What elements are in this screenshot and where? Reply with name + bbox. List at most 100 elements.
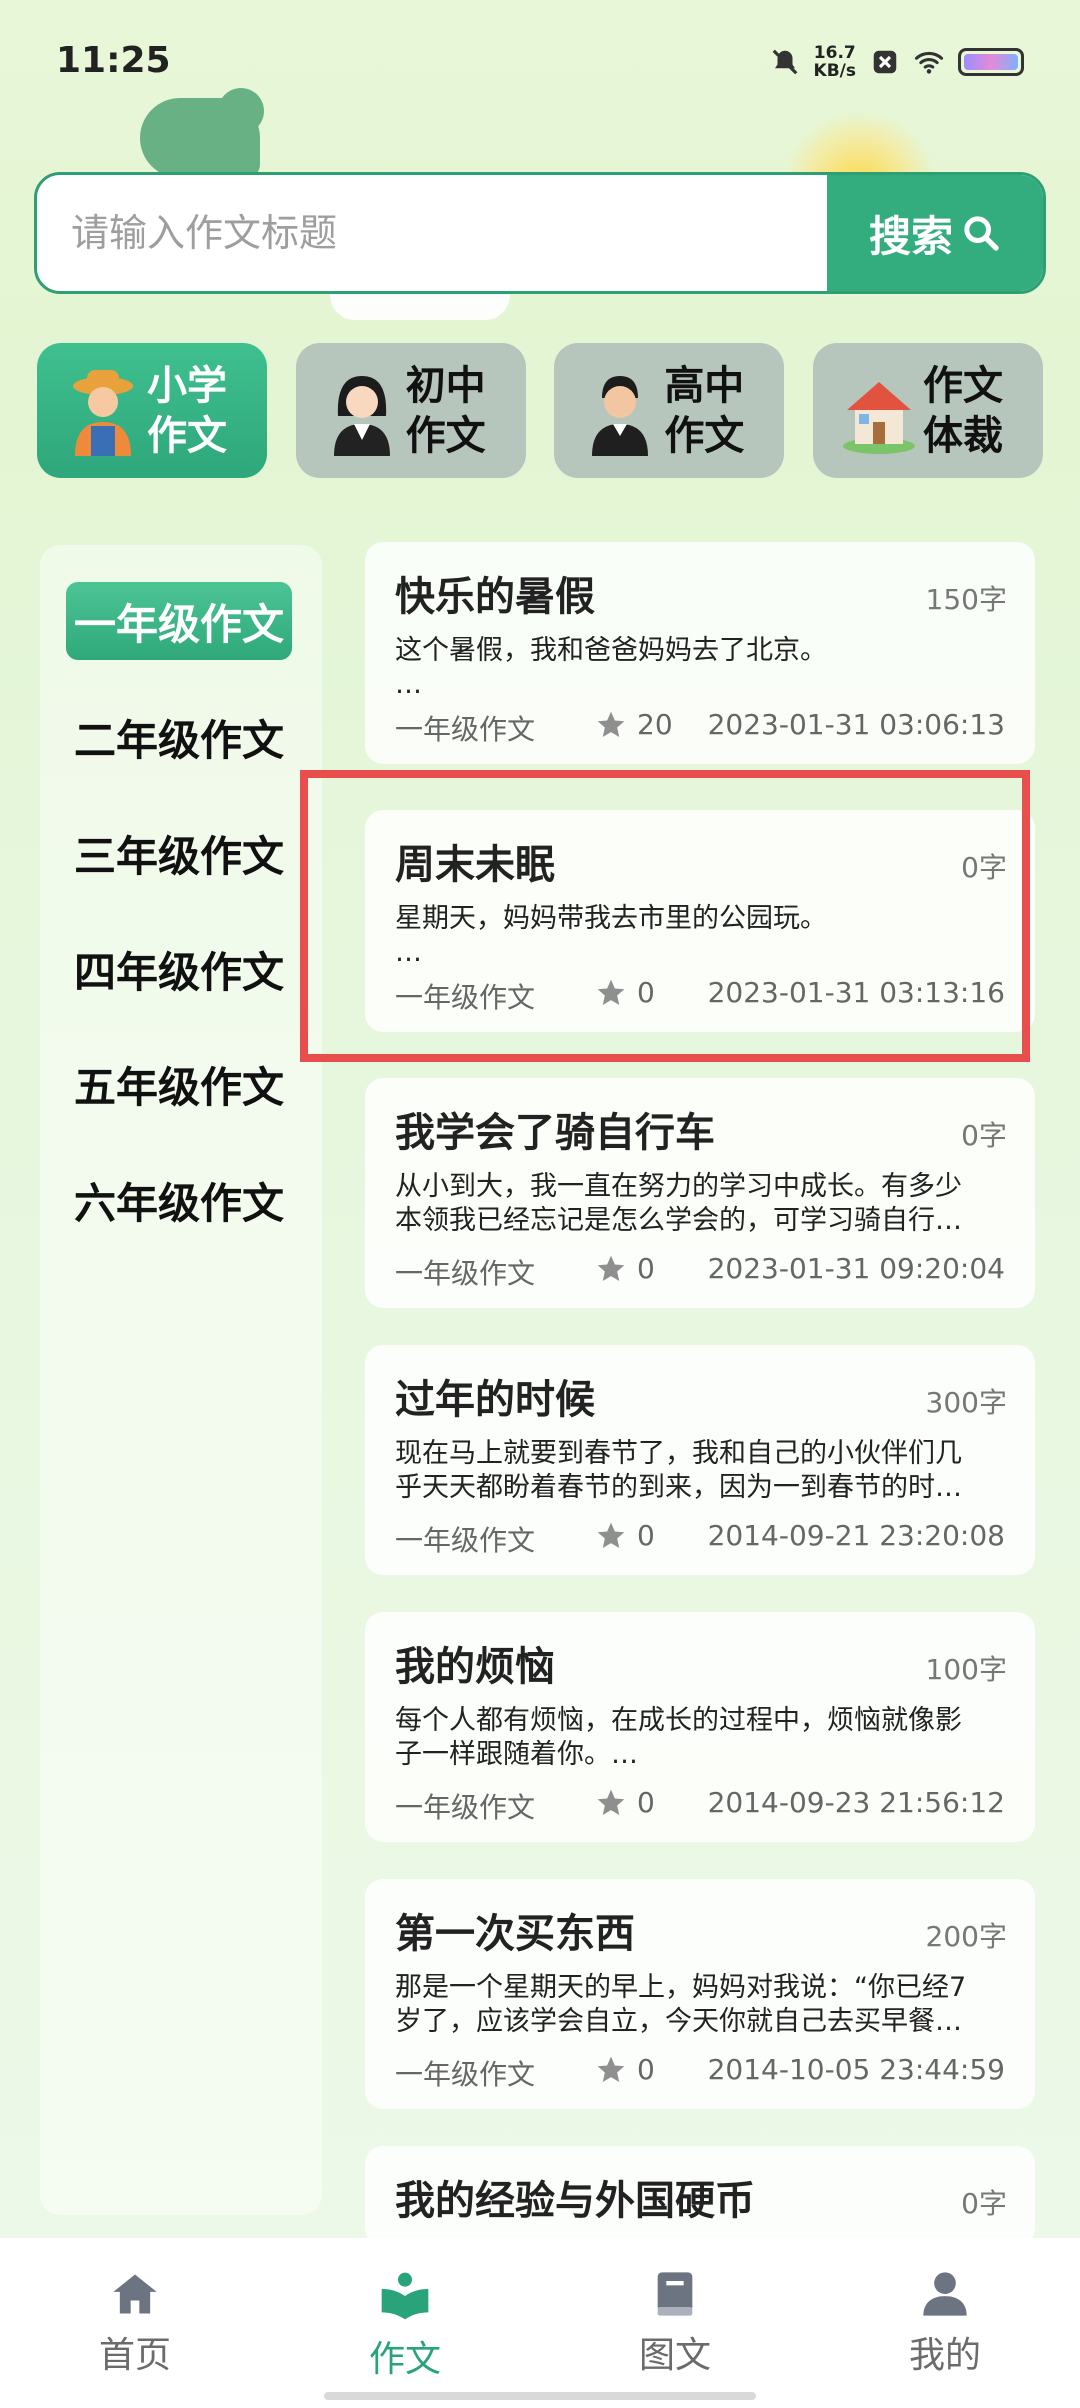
status-icons: 16.7 KB/s <box>770 44 1024 80</box>
category-line2: 作文 <box>405 412 486 459</box>
article-word-count: 100字 <box>925 1653 1007 1686</box>
article-category: 一年级作文 <box>395 713 536 746</box>
category-line1: 小学 <box>147 362 227 409</box>
grade-item-1[interactable]: 一年级作文 <box>66 582 292 660</box>
favorite-count: 0 <box>637 1519 655 1552</box>
mute-bell-icon <box>772 49 797 75</box>
article-card[interactable]: 周末未眠 0字 星期天，妈妈带我去市里的公园玩。 … 一年级作文 0 2023-… <box>365 810 1035 1032</box>
category-middle-school[interactable]: 初中 作文 <box>295 343 526 478</box>
grade-item-6[interactable]: 六年级作文 <box>66 1161 292 1239</box>
search-icon <box>964 216 999 251</box>
home-icon <box>113 2274 157 2314</box>
article-date: 2014-10-05 23:44:59 <box>707 2053 1005 2086</box>
nav-label: 图文 <box>638 2335 711 2376</box>
article-title: 过年的时候 <box>395 1377 595 1423</box>
nav-image-text[interactable]: 图文 <box>575 2238 775 2408</box>
article-card[interactable]: 我学会了骑自行车 0字 从小到大，我一直在努力的学习中成长。有多少 本领我已经忘… <box>365 1078 1035 1308</box>
article-meta: 一年级作文 0 2023-01-31 09:20:04 <box>395 1250 1005 1290</box>
excerpt-line: … <box>395 669 422 700</box>
farmer-avatar-icon <box>73 369 133 456</box>
user-icon <box>923 2272 967 2316</box>
search-button-label: 搜索 <box>868 211 953 261</box>
article-word-count: 150字 <box>925 583 1007 616</box>
article-meta: 一年级作文 0 2014-09-23 21:56:12 <box>395 1784 1005 1824</box>
status-bar: 11:25 16.7 KB/s <box>0 0 1080 120</box>
category-line1: 初中 <box>405 362 486 409</box>
article-category: 一年级作文 <box>395 2058 536 2091</box>
excerpt-line: 每个人都有烦恼，在成长的过程中，烦恼就像影 <box>395 1705 962 1736</box>
article-title: 我的烦恼 <box>395 1644 555 1690</box>
speed-unit: KB/s <box>813 61 856 81</box>
article-card[interactable]: 快乐的暑假 150字 这个暑假，我和爸爸妈妈去了北京。 … 一年级作文 20 2… <box>365 542 1035 764</box>
article-meta: 一年级作文 0 2014-09-21 23:20:08 <box>395 1517 1005 1557</box>
article-meta: 一年级作文 20 2023-01-31 03:06:13 <box>395 706 1005 746</box>
search-button[interactable]: 搜索 <box>827 175 1043 291</box>
star-icon <box>597 1789 625 1815</box>
article-date: 2023-01-31 09:20:04 <box>707 1252 1005 1285</box>
article-title: 我的经验与外国硬币 <box>395 2178 755 2224</box>
category-line2: 作文 <box>664 412 745 459</box>
article-category: 一年级作文 <box>395 1524 536 1557</box>
article-word-count: 200字 <box>925 1920 1007 1953</box>
excerpt-line: 本领我已经忘记是怎么学会的，可学习骑自行… <box>395 1205 962 1236</box>
article-card[interactable]: 我的烦恼 100字 每个人都有烦恼，在成长的过程中，烦恼就像影 子一样跟随着你。… <box>365 1612 1035 1842</box>
favorite-count: 0 <box>637 976 655 1009</box>
excerpt-line: 从小到大，我一直在努力的学习中成长。有多少 <box>395 1171 962 1202</box>
nav-label: 作文 <box>368 2339 441 2380</box>
boy-avatar-icon <box>592 375 649 456</box>
category-high-school[interactable]: 高中 作文 <box>554 343 785 478</box>
search-input[interactable] <box>37 175 827 291</box>
article-card[interactable]: 我的经验与外国硬币 0字 <box>365 2146 1035 2246</box>
open-book-icon <box>381 2272 429 2320</box>
article-date: 2023-01-31 03:06:13 <box>707 708 1005 741</box>
article-card[interactable]: 过年的时候 300字 现在马上就要到春节了，我和自己的小伙伴们几 乎天天都盼着春… <box>365 1345 1035 1575</box>
article-excerpt: 星期天，妈妈带我去市里的公园玩。 … <box>395 902 995 970</box>
excerpt-line: 那是一个星期天的早上，妈妈对我说：“你已经7 <box>395 1972 967 2003</box>
girl-avatar-icon <box>333 375 390 456</box>
article-excerpt: 那是一个星期天的早上，妈妈对我说：“你已经7 岁了，应该学会自立，今天你就自己去… <box>395 1971 995 2039</box>
nav-label: 我的 <box>908 2335 981 2376</box>
category-genre[interactable]: 作文 体裁 <box>812 343 1043 478</box>
article-date: 2014-09-21 23:20:08 <box>707 1519 1005 1552</box>
article-word-count: 0字 <box>961 1119 1007 1152</box>
article-word-count: 300字 <box>925 1386 1007 1419</box>
article-meta: 一年级作文 0 2014-10-05 23:44:59 <box>395 2051 1005 2091</box>
article-excerpt: 每个人都有烦恼，在成长的过程中，烦恼就像影 子一样跟随着你。… <box>395 1704 995 1772</box>
excerpt-line: 这个暑假，我和爸爸妈妈去了北京。 <box>395 635 827 666</box>
star-icon <box>597 1255 625 1281</box>
grade-item-2[interactable]: 二年级作文 <box>66 698 292 776</box>
favorite-count: 0 <box>637 1252 655 1285</box>
grade-item-5[interactable]: 五年级作文 <box>66 1045 292 1123</box>
grade-item-3[interactable]: 三年级作文 <box>66 814 292 892</box>
article-favorites: 0 <box>595 976 655 1009</box>
article-meta: 一年级作文 0 2023-01-31 03:13:16 <box>395 974 1005 1014</box>
favorite-count: 0 <box>637 2053 655 2086</box>
category-primary-school[interactable]: 小学 作文 <box>37 343 267 478</box>
book-icon <box>657 2272 693 2316</box>
article-title: 周末未眠 <box>395 842 555 888</box>
article-category: 一年级作文 <box>395 981 536 1014</box>
excerpt-line: 星期天，妈妈带我去市里的公园玩。 <box>395 903 827 934</box>
article-word-count: 0字 <box>961 851 1007 884</box>
nav-mine[interactable]: 我的 <box>845 2238 1045 2408</box>
excerpt-line: 子一样跟随着你。… <box>395 1739 638 1770</box>
article-date: 2023-01-31 03:13:16 <box>707 976 1005 1009</box>
battery-icon <box>958 48 1024 76</box>
category-line2: 体裁 <box>922 412 1003 459</box>
article-favorites: 0 <box>595 1252 655 1285</box>
nav-essay[interactable]: 作文 <box>305 2238 505 2408</box>
article-card[interactable]: 第一次买东西 200字 那是一个星期天的早上，妈妈对我说：“你已经7 岁了，应该… <box>365 1879 1035 2109</box>
article-date: 2014-09-23 21:56:12 <box>707 1786 1005 1819</box>
article-favorites: 20 <box>595 708 673 741</box>
favorite-count: 0 <box>637 1786 655 1819</box>
article-title: 快乐的暑假 <box>395 574 595 620</box>
nav-label: 首页 <box>98 2335 171 2376</box>
category-tabs: 小学 作文 初中 作文 高中 作文 作文 体裁 <box>37 343 1043 478</box>
nav-home[interactable]: 首页 <box>35 2238 235 2408</box>
article-favorites: 0 <box>595 2053 655 2086</box>
excerpt-line: … <box>395 937 422 968</box>
category-line1: 高中 <box>664 362 745 409</box>
excerpt-line: 现在马上就要到春节了，我和自己的小伙伴们几 <box>395 1438 962 1469</box>
grade-item-4[interactable]: 四年级作文 <box>66 930 292 1008</box>
home-indicator[interactable] <box>324 2392 756 2400</box>
